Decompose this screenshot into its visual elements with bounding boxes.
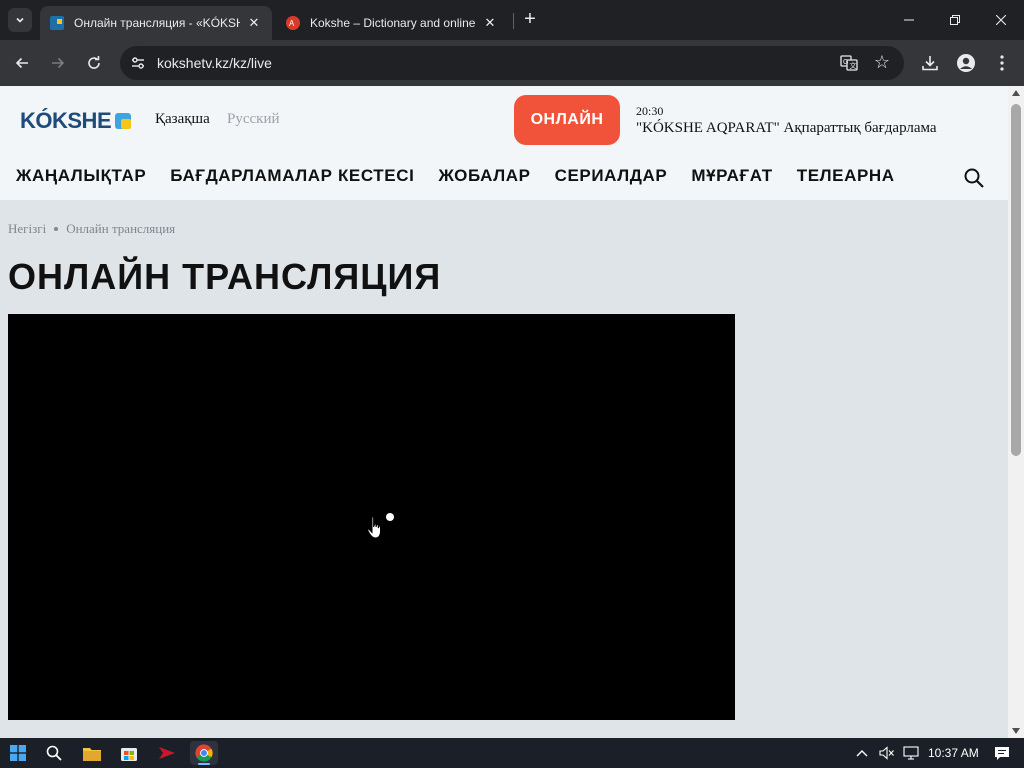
svg-text:A: A: [289, 19, 295, 28]
close-icon: [996, 15, 1006, 25]
browser-menu-button[interactable]: [988, 49, 1016, 77]
live-video-player[interactable]: [8, 314, 735, 720]
address-bar[interactable]: kokshetv.kz/kz/live G文 ☆: [120, 46, 904, 80]
nav-item-schedule[interactable]: БАҒДАРЛАМАЛАР КЕСТЕСІ: [170, 166, 414, 186]
svg-text:文: 文: [850, 61, 857, 70]
microsoft-store-button[interactable]: [115, 741, 143, 765]
language-russian-link[interactable]: Русский: [227, 111, 280, 128]
network-button[interactable]: [897, 741, 925, 765]
breadcrumb-current: Онлайн трансляция: [66, 221, 176, 236]
restore-button[interactable]: [932, 0, 978, 40]
page-title: ОНЛАЙН ТРАНСЛЯЦИЯ: [8, 256, 442, 297]
nav-item-series[interactable]: СЕРИАЛДАР: [555, 166, 668, 186]
web-page: KÓKSHE Қазақша Русский ОНЛАЙН 20:30 "KÓK…: [0, 86, 1008, 738]
scroll-up-arrow-icon[interactable]: [1012, 90, 1020, 96]
url-text[interactable]: kokshetv.kz/kz/live: [157, 55, 272, 71]
scrollbar-thumb[interactable]: [1011, 104, 1021, 456]
arrow-right-icon: [52, 57, 65, 69]
app-launcher-button[interactable]: [153, 741, 181, 765]
forward-button[interactable]: [44, 49, 72, 77]
tab-divider: [513, 13, 514, 29]
nav-item-projects[interactable]: ЖОБАЛАР: [438, 166, 530, 186]
search-icon[interactable]: [962, 166, 986, 190]
nav-item-archive[interactable]: МҰРАҒАТ: [691, 166, 772, 186]
windows-logo-icon: [10, 745, 26, 761]
reload-button[interactable]: [80, 49, 108, 77]
translate-icon[interactable]: G文: [840, 54, 858, 72]
site-info-button[interactable]: [128, 53, 148, 73]
chevron-up-icon: [856, 750, 868, 757]
site-logo[interactable]: KÓKSHE: [20, 108, 132, 134]
file-explorer-button[interactable]: [78, 741, 106, 765]
minimize-icon: [904, 19, 914, 21]
chrome-taskbar-button[interactable]: [190, 741, 218, 765]
dictionary-favicon-icon: A: [286, 16, 300, 30]
breadcrumb-home-link[interactable]: Негізгі: [8, 221, 46, 237]
tune-icon: [132, 57, 144, 69]
tab-title: Онлайн трансляция - «KÓKSHE: [74, 16, 240, 30]
kokshe-favicon-icon: [50, 16, 64, 30]
taskbar-clock[interactable]: 10:37 AM: [928, 746, 979, 760]
more-vertical-icon: [1000, 55, 1004, 71]
scroll-down-arrow-icon[interactable]: [1012, 728, 1020, 734]
bookmark-star-icon[interactable]: ☆: [874, 52, 890, 73]
downloads-button[interactable]: [916, 49, 944, 77]
site-header: KÓKSHE Қазақша Русский ОНЛАЙН 20:30 "KÓK…: [0, 86, 1008, 200]
chat-bubble-icon: [995, 746, 1009, 760]
profile-icon: [957, 54, 975, 72]
close-tab-icon[interactable]: ✕: [482, 15, 498, 31]
nav-item-news[interactable]: ЖАҢАЛЫҚТАР: [16, 166, 146, 186]
svg-text:G: G: [843, 59, 848, 66]
profile-button[interactable]: [952, 49, 980, 77]
red-arrow-app-icon: [159, 747, 175, 759]
notifications-button[interactable]: [988, 741, 1016, 765]
reload-icon: [88, 56, 100, 69]
speaker-muted-icon: [879, 746, 894, 760]
back-button[interactable]: [8, 49, 36, 77]
loading-indicator: [386, 513, 394, 521]
browser-toolbar: kokshetv.kz/kz/live G文 ☆: [0, 40, 1024, 86]
windows-taskbar: 10:37 AM: [0, 738, 1024, 768]
minimize-button[interactable]: [886, 0, 932, 40]
tab-kokshe-live[interactable]: Онлайн трансляция - «KÓKSHE ✕: [40, 6, 272, 40]
browser-tab-bar: Онлайн трансляция - «KÓKSHE ✕ A Kokshe –…: [0, 0, 1024, 40]
search-icon: [46, 745, 62, 761]
nav-item-channel[interactable]: ТЕЛЕАРНА: [797, 166, 895, 186]
language-kazakh-link[interactable]: Қазақша: [155, 111, 210, 128]
arrow-left-icon: [15, 57, 28, 69]
logo-text: KÓKSHE: [20, 108, 112, 133]
folder-icon: [83, 747, 101, 761]
network-monitor-icon: [903, 746, 919, 760]
close-window-button[interactable]: [978, 0, 1024, 40]
tab-title: Kokshe – Dictionary and online: [310, 16, 476, 30]
close-tab-icon[interactable]: ✕: [246, 15, 262, 31]
now-playing-time: 20:30: [636, 104, 664, 118]
restore-icon: [950, 15, 960, 25]
hand-pointer-icon: [367, 516, 381, 539]
tab-kokshe-dictionary[interactable]: A Kokshe – Dictionary and online ✕: [276, 6, 508, 40]
taskbar-search-button[interactable]: [40, 741, 68, 765]
breadcrumb: Негізгі Онлайн трансляция: [8, 221, 175, 237]
main-navigation: ЖАҢАЛЫҚТАР БАҒДАРЛАМАЛАР КЕСТЕСІ ЖОБАЛАР…: [16, 166, 895, 186]
chevron-down-icon: [16, 17, 24, 23]
breadcrumb-separator: [54, 227, 59, 231]
online-live-button[interactable]: ОНЛАЙН: [514, 95, 620, 145]
now-playing-title[interactable]: "KÓKSHE AQPARAT" Ақпараттық бағдарлама: [636, 120, 937, 137]
chrome-icon: [195, 744, 213, 762]
start-button[interactable]: [4, 741, 32, 765]
show-hidden-icons-button[interactable]: [848, 741, 876, 765]
new-tab-button[interactable]: +: [520, 9, 540, 30]
logo-mark-icon: [115, 113, 132, 129]
tab-search-button[interactable]: [8, 8, 32, 32]
store-icon: [121, 748, 137, 761]
download-icon: [922, 56, 938, 71]
page-scrollbar[interactable]: [1008, 86, 1024, 738]
